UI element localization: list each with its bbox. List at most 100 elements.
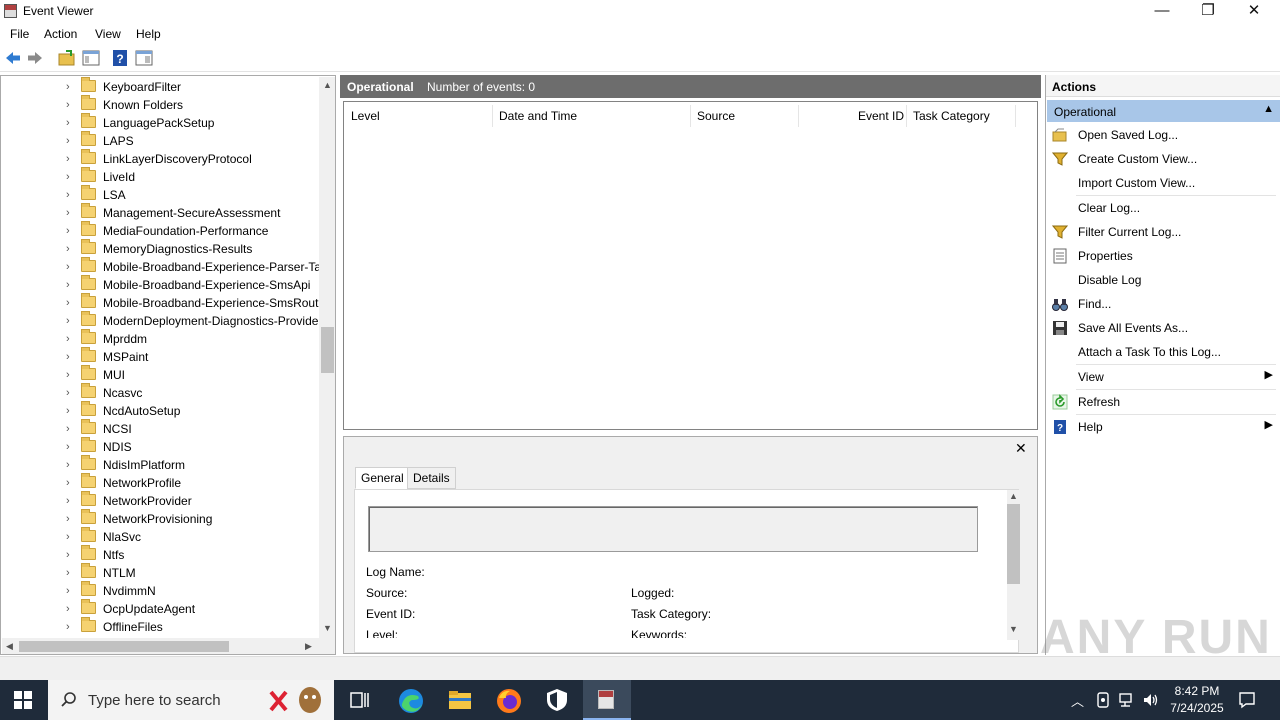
taskbar-search-box[interactable]: Type here to search	[48, 680, 334, 720]
tree-item[interactable]: › LinkLayerDiscoveryProtocol	[1, 149, 321, 168]
detail-scrollbar[interactable]: ▲ ▼	[1007, 490, 1020, 640]
expand-chevron-icon[interactable]: ›	[66, 189, 70, 201]
expand-chevron-icon[interactable]: ›	[66, 261, 70, 273]
column-date-time[interactable]: Date and Time	[499, 109, 577, 123]
action-save-all-events-as[interactable]: Save All Events As...	[1046, 316, 1280, 340]
clock-date[interactable]: 7/24/2025	[1166, 701, 1228, 715]
action-find[interactable]: Find...	[1046, 292, 1280, 316]
expand-chevron-icon[interactable]: ›	[66, 99, 70, 111]
expand-chevron-icon[interactable]: ›	[66, 513, 70, 525]
column-divider[interactable]	[798, 105, 799, 127]
scroll-right-arrow-icon[interactable]: ▶	[305, 641, 312, 652]
volume-icon[interactable]	[1142, 692, 1160, 708]
expand-chevron-icon[interactable]: ›	[66, 279, 70, 291]
tree-item[interactable]: › NTLM	[1, 563, 321, 582]
expand-chevron-icon[interactable]: ›	[66, 621, 70, 633]
expand-chevron-icon[interactable]: ›	[66, 171, 70, 183]
actions-section-operational[interactable]: Operational ▲	[1047, 100, 1280, 122]
tree-item[interactable]: › Ntfs	[1, 545, 321, 564]
menu-view[interactable]: View	[95, 27, 121, 41]
tree-item[interactable]: › MSPaint	[1, 347, 321, 366]
minimize-button[interactable]: —	[1139, 0, 1185, 23]
help-icon[interactable]: ?	[111, 49, 129, 67]
restore-button[interactable]: ❐	[1185, 0, 1231, 23]
tab-details[interactable]: Details	[407, 467, 456, 489]
tree-item[interactable]: › Mobile-Broadband-Experience-SmsApi	[1, 275, 321, 294]
detail-scroll-thumb[interactable]	[1007, 504, 1020, 584]
open-folder-icon[interactable]	[58, 49, 76, 67]
expand-chevron-icon[interactable]: ›	[66, 243, 70, 255]
tree-item[interactable]: › Mobile-Broadband-Experience-SmsRout	[1, 293, 321, 312]
expand-chevron-icon[interactable]: ›	[66, 333, 70, 345]
column-divider[interactable]	[906, 105, 907, 127]
event-description-box[interactable]	[368, 506, 978, 552]
action-clear-log[interactable]: Clear Log...	[1046, 196, 1280, 220]
expand-chevron-icon[interactable]: ›	[66, 477, 70, 489]
detail-scroll-down-icon[interactable]: ▼	[1009, 624, 1018, 634]
tree-horizontal-scroll-thumb[interactable]	[19, 641, 229, 652]
tree-item[interactable]: › MediaFoundation-Performance	[1, 221, 321, 240]
action-open-saved-log[interactable]: Open Saved Log...	[1046, 123, 1280, 147]
column-event-id[interactable]: Event ID	[858, 109, 904, 123]
column-divider[interactable]	[492, 105, 493, 127]
tree-item[interactable]: › Ncasvc	[1, 383, 321, 402]
expand-chevron-icon[interactable]: ›	[66, 153, 70, 165]
tree-item[interactable]: › LanguagePackSetup	[1, 113, 321, 132]
expand-chevron-icon[interactable]: ›	[66, 135, 70, 147]
security-shield-icon[interactable]	[546, 688, 568, 712]
expand-chevron-icon[interactable]: ›	[66, 369, 70, 381]
expand-chevron-icon[interactable]: ›	[66, 405, 70, 417]
tree-item[interactable]: › OcpUpdateAgent	[1, 599, 321, 618]
expand-chevron-icon[interactable]: ›	[66, 81, 70, 93]
edge-browser-icon[interactable]	[398, 688, 424, 714]
expand-chevron-icon[interactable]: ›	[66, 117, 70, 129]
show-hide-console-tree-icon[interactable]	[82, 49, 100, 67]
action-import-custom-view[interactable]: Import Custom View...	[1046, 171, 1280, 195]
scroll-left-arrow-icon[interactable]: ◀	[6, 641, 13, 652]
action-filter-current-log[interactable]: Filter Current Log...	[1046, 220, 1280, 244]
forward-arrow-icon[interactable]	[26, 49, 44, 67]
show-hide-action-pane-icon[interactable]	[135, 49, 153, 67]
expand-chevron-icon[interactable]: ›	[66, 387, 70, 399]
action-help[interactable]: ? Help ▶	[1046, 415, 1280, 439]
tree-item[interactable]: › NvdimmN	[1, 581, 321, 600]
column-source[interactable]: Source	[697, 109, 735, 123]
tree-item[interactable]: › LSA	[1, 185, 321, 204]
column-divider[interactable]	[690, 105, 691, 127]
expand-chevron-icon[interactable]: ›	[66, 351, 70, 363]
tree-item[interactable]: › Mobile-Broadband-Experience-Parser-Ta	[1, 257, 321, 276]
expand-chevron-icon[interactable]: ›	[66, 423, 70, 435]
show-hidden-icons-chevron-icon[interactable]: ︿	[1071, 691, 1084, 710]
column-level[interactable]: Level	[351, 109, 380, 123]
tree-item[interactable]: › MUI	[1, 365, 321, 384]
action-attach-a-task-to-this-log[interactable]: Attach a Task To this Log...	[1046, 340, 1280, 364]
tree-horizontal-scrollbar[interactable]: ◀ ▶	[2, 638, 335, 654]
tree-item[interactable]: › NetworkProvider	[1, 491, 321, 510]
tree-item[interactable]: › KeyboardFilter	[1, 77, 321, 96]
expand-chevron-icon[interactable]: ›	[66, 531, 70, 543]
close-button[interactable]: ✕	[1231, 0, 1277, 23]
column-divider[interactable]	[1015, 105, 1016, 127]
taskbar-event-viewer-button[interactable]	[583, 680, 631, 720]
detail-close-icon[interactable]: ✕	[1015, 440, 1027, 457]
action-refresh[interactable]: Refresh	[1046, 390, 1280, 414]
notifications-icon[interactable]	[1238, 691, 1256, 709]
back-arrow-icon[interactable]	[4, 49, 22, 67]
menu-help[interactable]: Help	[136, 27, 161, 41]
expand-chevron-icon[interactable]: ›	[66, 441, 70, 453]
column-task-category[interactable]: Task Category	[913, 109, 990, 123]
collapse-arrow-icon[interactable]: ▲	[1263, 103, 1274, 115]
tree-item[interactable]: › Management-SecureAssessment	[1, 203, 321, 222]
expand-chevron-icon[interactable]: ›	[66, 585, 70, 597]
task-view-icon[interactable]	[350, 691, 370, 709]
tree-item[interactable]: › NCSI	[1, 419, 321, 438]
windows-start-icon[interactable]	[14, 691, 32, 709]
expand-chevron-icon[interactable]: ›	[66, 495, 70, 507]
tree-item[interactable]: › NetworkProvisioning	[1, 509, 321, 528]
scroll-down-arrow-icon[interactable]: ▼	[323, 623, 332, 633]
tree-item[interactable]: › NdisImPlatform	[1, 455, 321, 474]
tree-item[interactable]: › NcdAutoSetup	[1, 401, 321, 420]
console-tree[interactable]: › KeyboardFilter › Known Folders › LanguagePa…	[0, 75, 336, 655]
menu-action[interactable]: Action	[44, 27, 77, 41]
expand-chevron-icon[interactable]: ›	[66, 297, 70, 309]
